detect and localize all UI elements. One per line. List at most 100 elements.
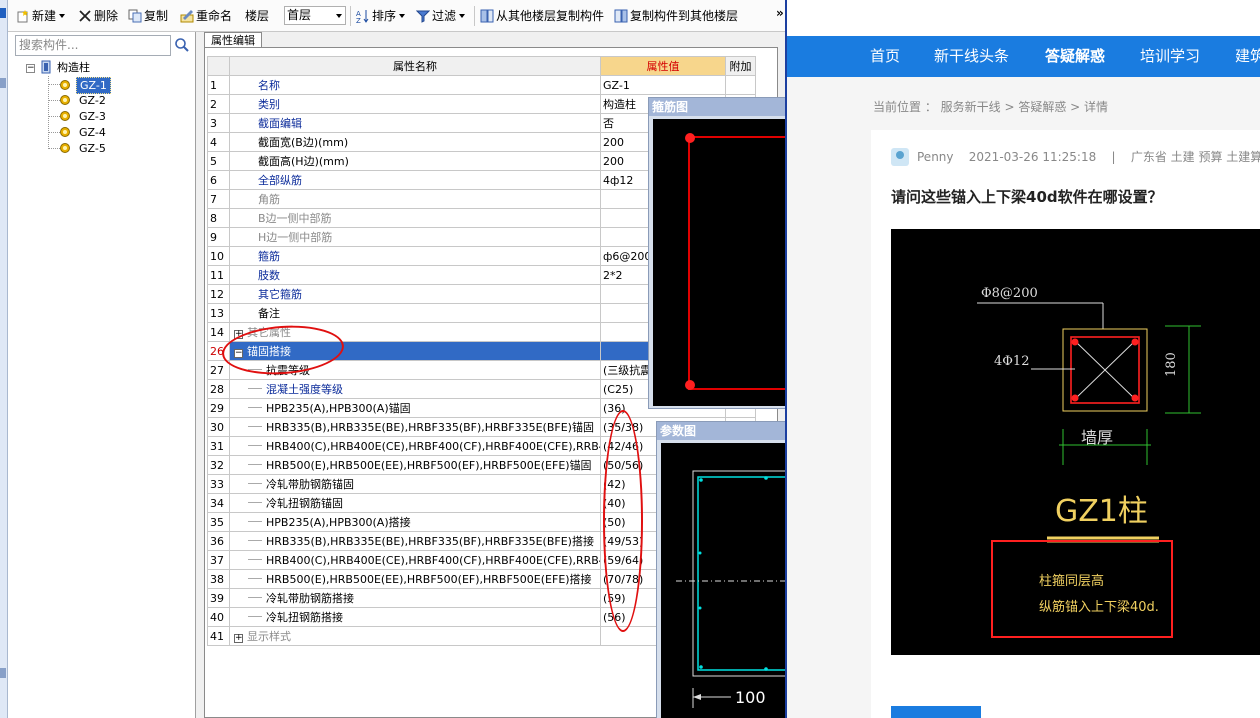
property-name[interactable]: 截面高(H边)(mm) [229, 151, 601, 171]
nav-item-building[interactable]: 建筑 [1235, 36, 1260, 77]
avatar[interactable] [891, 148, 909, 166]
copy-button[interactable]: 复制 [128, 7, 168, 25]
sort-icon: AZ [356, 10, 369, 23]
nav-item-headlines[interactable]: 新干线头条 [934, 36, 1009, 77]
rename-button[interactable]: 重命名 [180, 7, 232, 25]
tree-item-gz-1[interactable]: GZ-1 [60, 77, 111, 94]
property-name-text: 其它箍筋 [258, 288, 302, 301]
property-name[interactable]: 截面编辑 [229, 113, 601, 133]
stirrup-diagram-window: 箍筋图 [648, 97, 785, 409]
property-name[interactable]: B边一侧中部筋 [229, 208, 601, 228]
property-name-text: 全部纵筋 [258, 174, 302, 187]
property-name[interactable]: HPB235(A),HPB300(A)锚固 [229, 398, 601, 418]
column-name-label: GZ1柱 [1055, 494, 1148, 529]
row-number: 3 [207, 113, 230, 133]
property-name[interactable]: HPB235(A),HPB300(A)搭接 [229, 512, 601, 532]
expand-icon[interactable]: + [234, 634, 243, 643]
floor-select[interactable]: 首层 [284, 6, 346, 25]
search-input[interactable]: 搜索构件... [15, 35, 171, 56]
tree-connector [48, 76, 49, 149]
property-name[interactable]: 截面宽(B边)(mm) [229, 132, 601, 152]
delete-button[interactable]: 删除 [78, 7, 118, 25]
property-name[interactable]: HRB335(B),HRB335E(BE),HRBF335(BF),HRBF33… [229, 531, 601, 551]
dock-mark[interactable] [0, 8, 6, 18]
extra-header[interactable]: 附加 [725, 56, 756, 76]
collapse-icon[interactable]: − [26, 64, 35, 73]
row-number: 35 [207, 512, 230, 532]
column-icon [60, 95, 70, 105]
tree-connector [48, 132, 60, 133]
question-card: Penny 2021-03-26 11:25:18 | 广东省 土建 预算 土建… [871, 130, 1260, 718]
row-number: 4 [207, 132, 230, 152]
property-name-header[interactable]: 属性名称 [229, 56, 601, 76]
question-tags[interactable]: 广东省 土建 预算 土建算 [1131, 150, 1260, 164]
height-dimension-label: 180 [1164, 352, 1179, 377]
property-name[interactable]: 肢数 [229, 265, 601, 285]
tree-item-gz-4[interactable]: GZ-4 [60, 125, 109, 140]
nav-item-qa[interactable]: 答疑解惑 [1045, 36, 1105, 77]
stirrup-diagram-title[interactable]: 箍筋图 [649, 98, 785, 116]
filter-button[interactable]: 过滤 [416, 7, 466, 25]
property-name[interactable]: 冷轧扭钢筋锚固 [229, 493, 601, 513]
property-name[interactable]: 备注 [229, 303, 601, 323]
row-number: 31 [207, 436, 230, 456]
question-image[interactable]: Φ8@200 4Φ12 180 墙厚 GZ1柱 柱箍同层高 纵筋锚入上下梁40d… [891, 229, 1260, 655]
property-name[interactable]: 混凝土强度等级 [229, 379, 601, 399]
tree-connector [248, 445, 262, 446]
property-name[interactable]: 全部纵筋 [229, 170, 601, 190]
property-name[interactable]: + 显示样式 [229, 626, 601, 646]
property-name[interactable]: 其它箍筋 [229, 284, 601, 304]
new-button[interactable]: 新建 [16, 7, 66, 25]
property-name[interactable]: 箍筋 [229, 246, 601, 266]
property-name-text: 截面宽(B边)(mm) [258, 136, 349, 149]
property-name[interactable]: 冷轧带肋钢筋搭接 [229, 588, 601, 608]
meta-separator: | [1111, 150, 1116, 164]
author-name[interactable]: Penny [917, 150, 954, 164]
property-name[interactable]: HRB400(C),HRB400E(CE),HRBF400(CF),HRBF40… [229, 436, 601, 456]
nav-item-training[interactable]: 培训学习 [1140, 36, 1200, 77]
row-number: 28 [207, 379, 230, 399]
property-value[interactable]: GZ-1 [600, 75, 726, 95]
property-name[interactable]: HRB500(E),HRB500E(EE),HRBF500(EF),HRBF50… [229, 569, 601, 589]
tab-property-editor[interactable]: 属性编辑 [204, 32, 262, 48]
dock-mark[interactable] [0, 78, 6, 88]
search-icon[interactable] [174, 37, 190, 53]
property-name[interactable]: HRB400(C),HRB400E(CE),HRBF400(CF),HRBF40… [229, 550, 601, 570]
row-number: 32 [207, 455, 230, 475]
copy-to-floor-button[interactable]: 复制构件到其他楼层 [614, 7, 738, 25]
property-name[interactable]: 冷轧带肋钢筋锚固 [229, 474, 601, 494]
parameter-dimension-label: 100 [735, 688, 766, 707]
breadcrumb[interactable]: 当前位置 ： 服务新干线 > 答疑解惑 > 详情 [873, 98, 1108, 115]
answer-button[interactable] [891, 706, 981, 718]
tree-item-gz-5[interactable]: GZ-5 [60, 141, 109, 156]
dock-mark[interactable] [0, 668, 6, 678]
property-name-text: HRB500(E),HRB500E(EE),HRBF500(EF),HRBF50… [266, 573, 592, 586]
parameter-diagram-title[interactable]: 参数图 [657, 422, 785, 440]
sort-button[interactable]: A Z 排序 [356, 7, 406, 25]
property-name[interactable]: H边一侧中部筋 [229, 227, 601, 247]
chevron-down-icon [336, 14, 342, 18]
property-name[interactable]: 冷轧扭钢筋搭接 [229, 607, 601, 627]
tree-root-node[interactable]: − 构造柱 [26, 60, 90, 75]
tree-item-gz-2[interactable]: GZ-2 [60, 93, 109, 108]
property-name-text: B边一侧中部筋 [258, 212, 332, 225]
property-name[interactable]: 类别 [229, 94, 601, 114]
property-row[interactable]: 1 名称 GZ-1 [207, 75, 756, 95]
row-number: 36 [207, 531, 230, 551]
property-name[interactable]: 名称 [229, 75, 601, 95]
row-number: 30 [207, 417, 230, 437]
property-extra[interactable] [725, 75, 756, 95]
property-name-text: 混凝土强度等级 [266, 383, 343, 396]
property-value-header[interactable]: 属性值 [600, 56, 726, 76]
toolbar-overflow-button[interactable]: » [776, 6, 784, 20]
nav-item-home[interactable]: 首页 [870, 36, 900, 77]
rebar-app-window: 新建 删除 复制 重命名 楼层 首层 A Z 排序 过滤 从其他楼层复制构件 复… [0, 0, 785, 718]
tree-item-gz-3[interactable]: GZ-3 [60, 109, 109, 124]
property-name[interactable]: HRB500(E),HRB500E(EE),HRBF500(EF),HRBF50… [229, 455, 601, 475]
stirrup-diagram-canvas [653, 119, 785, 406]
row-number-header [207, 56, 230, 76]
property-name[interactable]: HRB335(B),HRB335E(BE),HRBF335(BF),HRBF33… [229, 417, 601, 437]
property-name[interactable]: 角筋 [229, 189, 601, 209]
copy-to-floor-icon [614, 9, 628, 23]
copy-from-floor-button[interactable]: 从其他楼层复制构件 [480, 7, 604, 25]
